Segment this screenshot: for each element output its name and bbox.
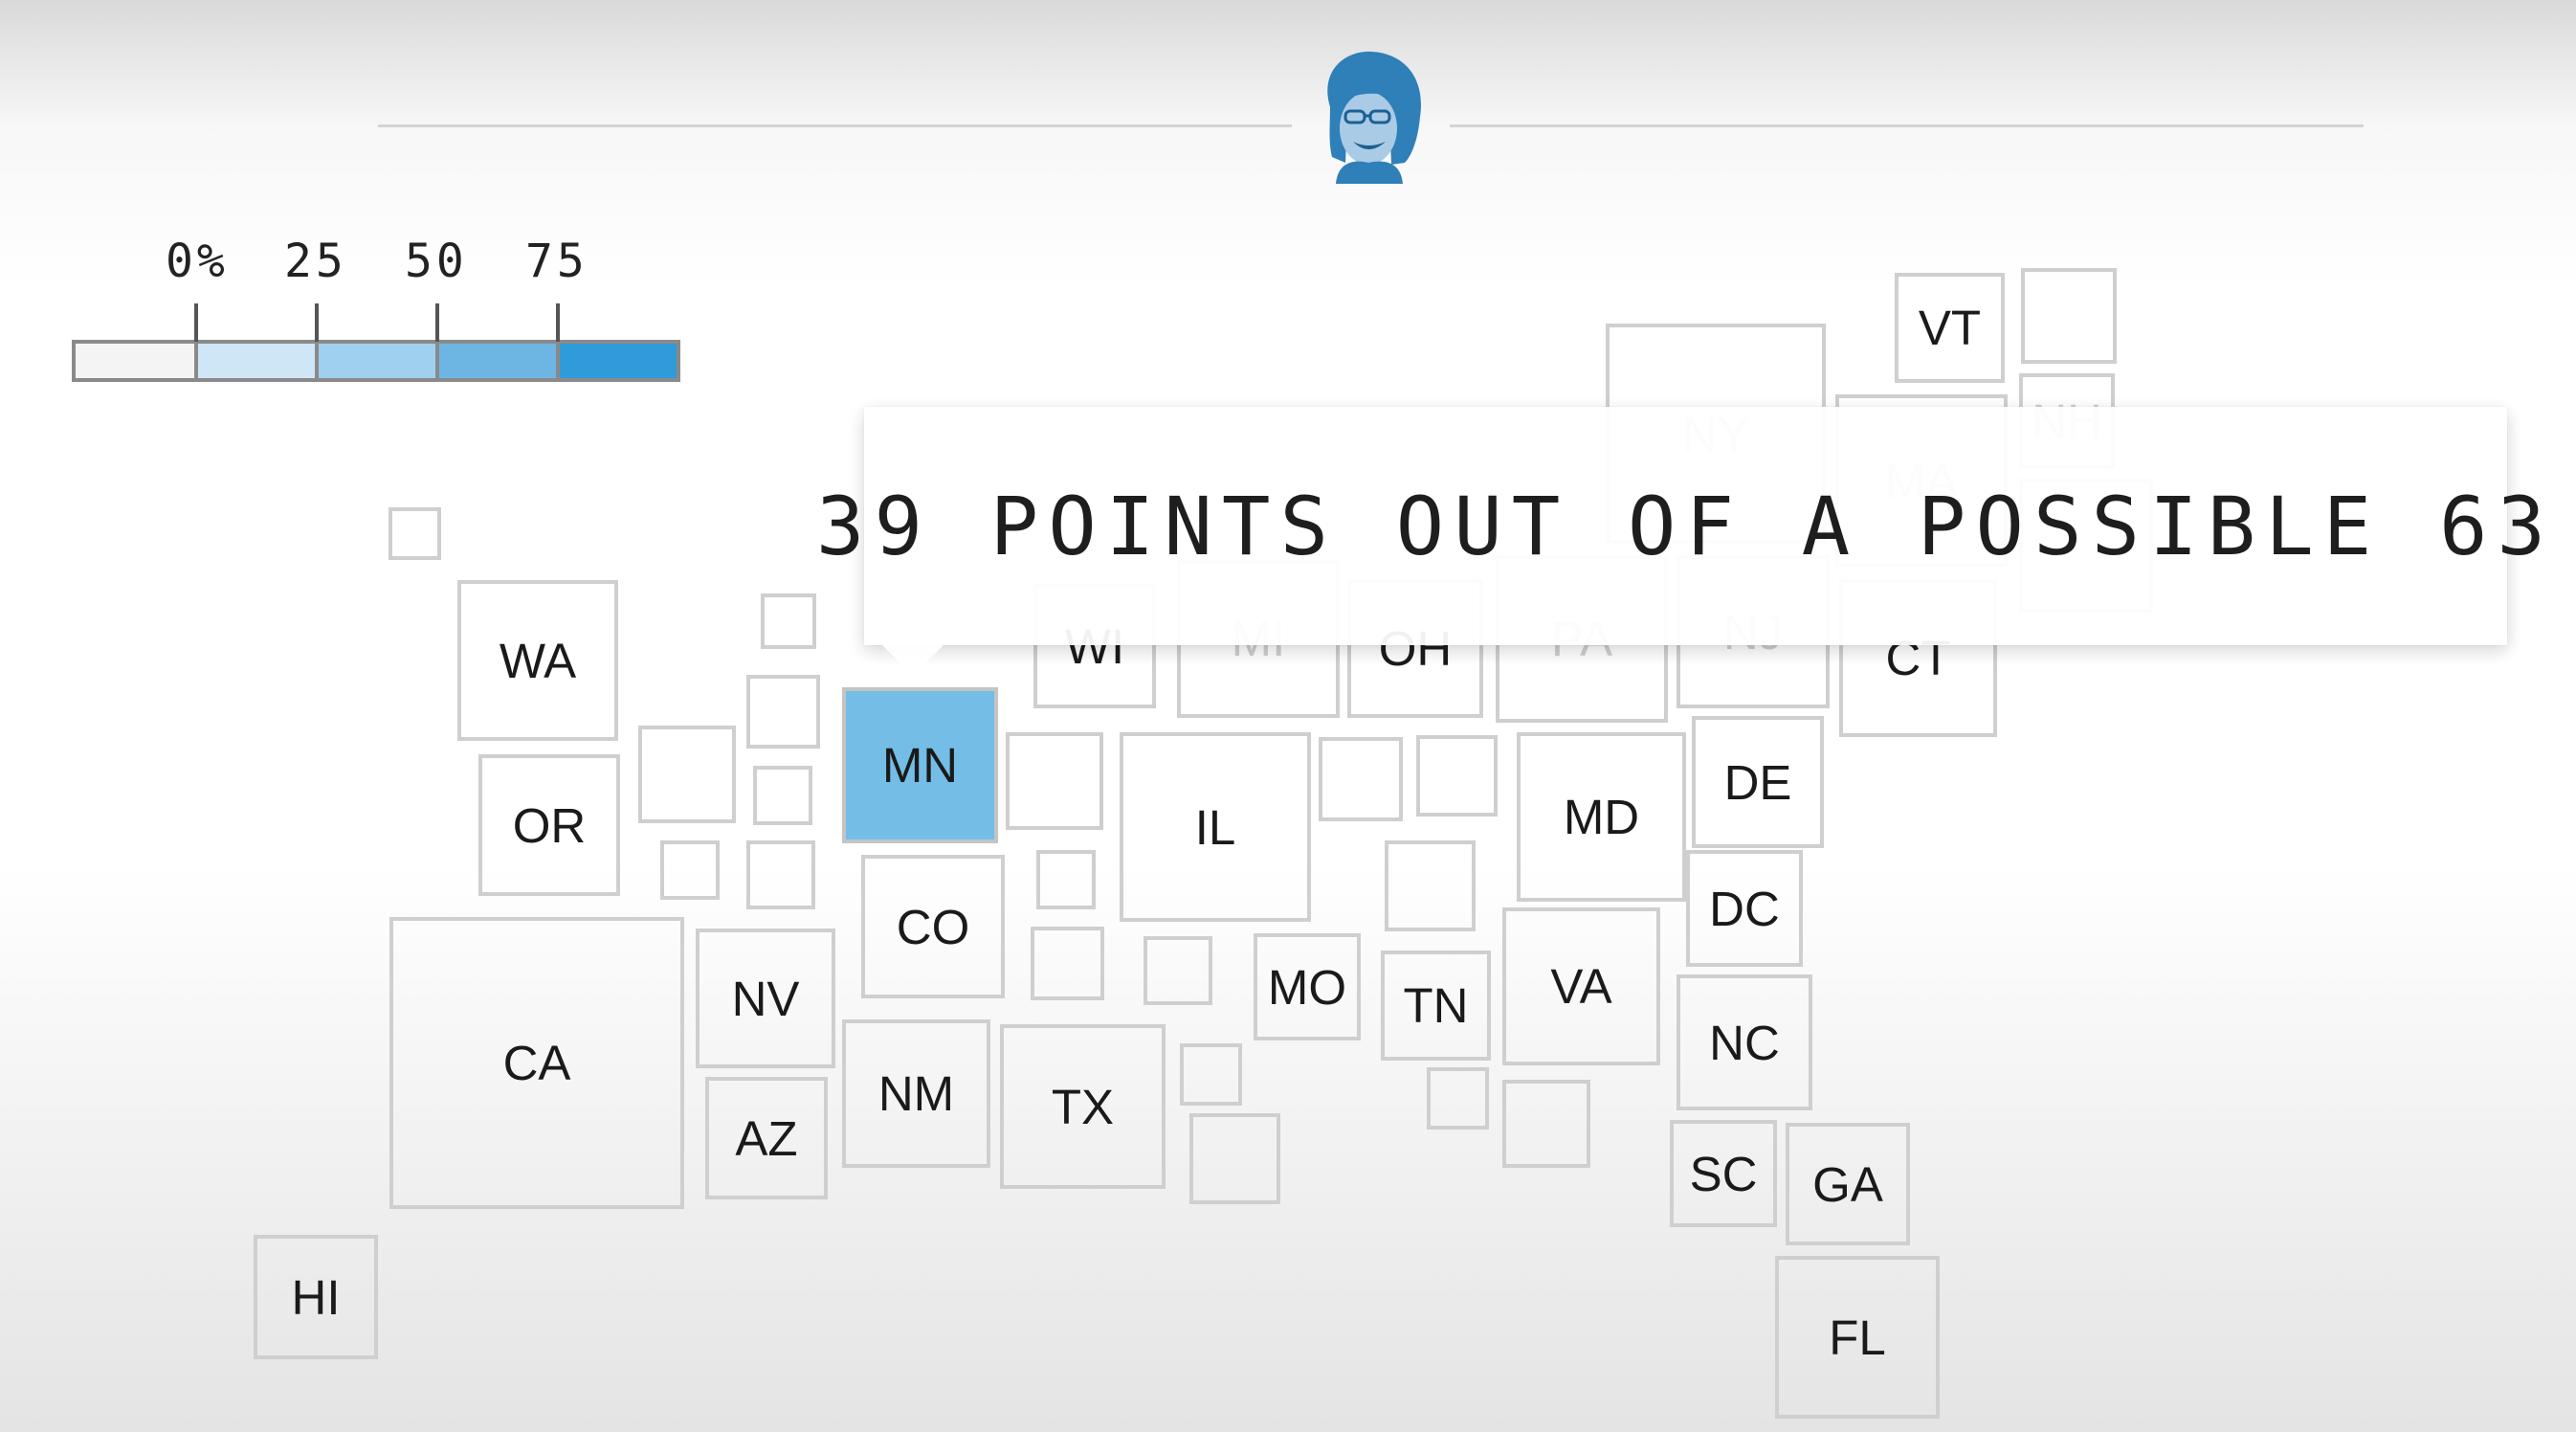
state-nm[interactable]: NM — [842, 1019, 990, 1168]
state-nc[interactable]: NC — [1677, 974, 1812, 1110]
state-tn[interactable]: TN — [1381, 951, 1491, 1061]
state-unlabeled[interactable] — [1031, 927, 1104, 1000]
state-co[interactable]: CO — [861, 855, 1005, 998]
state-unlabeled[interactable] — [1144, 936, 1212, 1005]
state-unlabeled[interactable] — [1319, 737, 1403, 821]
state-unlabeled[interactable] — [761, 593, 816, 649]
state-mn[interactable]: MN — [842, 687, 998, 843]
state-hi[interactable]: HI — [254, 1235, 378, 1359]
state-ca[interactable]: CA — [389, 917, 684, 1209]
state-or[interactable]: OR — [478, 754, 620, 896]
state-dc[interactable]: DC — [1686, 850, 1803, 967]
tooltip-pointer — [880, 643, 945, 676]
state-mo[interactable]: MO — [1254, 933, 1361, 1040]
state-unlabeled[interactable] — [1416, 735, 1498, 817]
state-unlabeled[interactable] — [638, 726, 736, 823]
state-unlabeled[interactable] — [389, 507, 441, 560]
state-unlabeled[interactable] — [746, 675, 820, 749]
state-unlabeled[interactable] — [1006, 732, 1103, 830]
score-tooltip: 39 POINTS OUT OF A POSSIBLE 63 — [816, 407, 2545, 645]
state-unlabeled[interactable] — [753, 766, 812, 825]
state-va[interactable]: VA — [1502, 907, 1660, 1065]
state-unlabeled[interactable] — [746, 840, 815, 909]
state-unlabeled[interactable] — [1036, 850, 1096, 909]
state-az[interactable]: AZ — [705, 1077, 828, 1199]
state-nv[interactable]: NV — [696, 929, 835, 1068]
state-md[interactable]: MD — [1517, 732, 1686, 902]
tooltip-text: 39 POINTS OUT OF A POSSIBLE 63 — [815, 479, 2556, 573]
state-unlabeled[interactable] — [1180, 1043, 1242, 1106]
state-wa[interactable]: WA — [457, 580, 618, 741]
state-il[interactable]: IL — [1120, 732, 1311, 922]
state-cartogram: VT NY NH MA CT NJ PA OH MI WI WA MN IL M… — [0, 0, 2576, 1432]
state-de[interactable]: DE — [1692, 716, 1824, 848]
state-unlabeled[interactable] — [1385, 840, 1476, 931]
state-unlabeled[interactable] — [1427, 1067, 1489, 1130]
state-tx[interactable]: TX — [1000, 1024, 1166, 1189]
state-unlabeled[interactable] — [1189, 1113, 1280, 1204]
state-ga[interactable]: GA — [1786, 1123, 1910, 1245]
state-unlabeled[interactable] — [2021, 268, 2117, 364]
state-unlabeled[interactable] — [660, 840, 720, 900]
state-vt[interactable]: VT — [1895, 273, 2005, 383]
state-unlabeled[interactable] — [1502, 1080, 1590, 1168]
state-fl[interactable]: FL — [1775, 1256, 1940, 1419]
state-sc[interactable]: SC — [1670, 1120, 1777, 1227]
